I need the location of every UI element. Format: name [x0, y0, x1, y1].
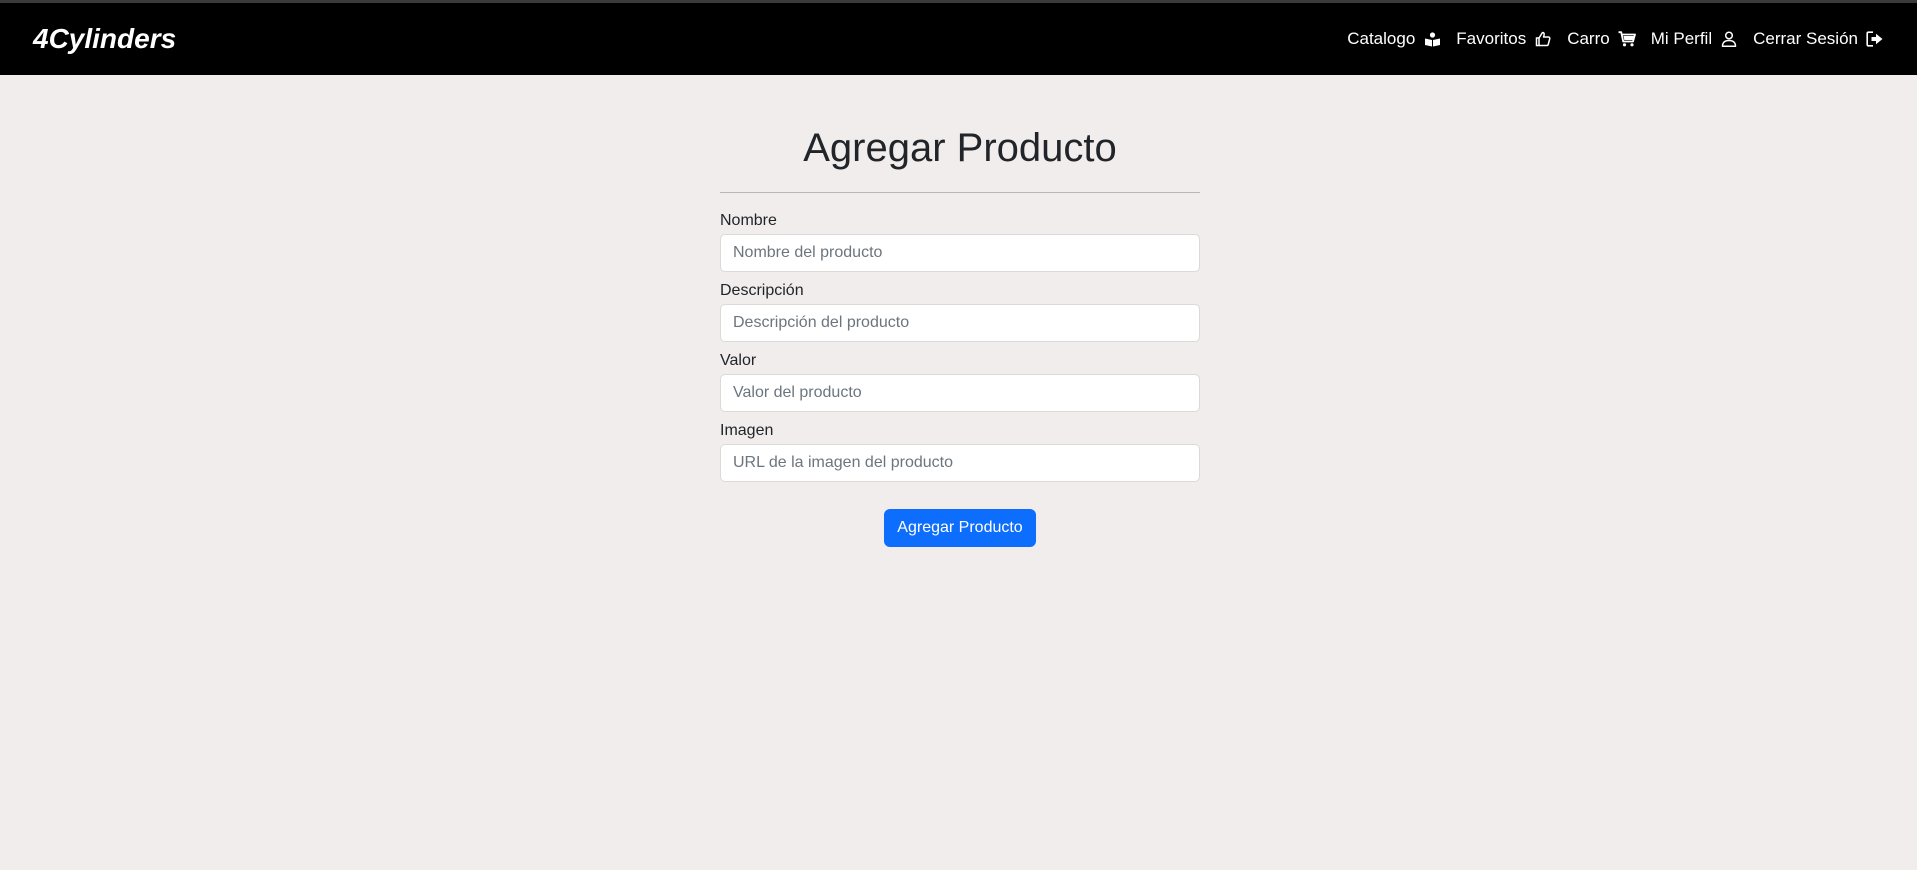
- field-descripcion: Descripción: [720, 281, 1200, 342]
- submit-row: Agregar Producto: [720, 509, 1200, 547]
- nav-link-label: Mi Perfil: [1650, 29, 1713, 48]
- nav-link-label: Catalogo: [1347, 29, 1416, 48]
- thumbs-up-icon: [1534, 30, 1552, 48]
- descripcion-input[interactable]: [720, 304, 1200, 342]
- nav-link-mi-perfil[interactable]: Mi Perfil: [1651, 29, 1738, 49]
- valor-input[interactable]: [720, 374, 1200, 412]
- nav-link-carro[interactable]: Carro: [1567, 29, 1636, 49]
- nav-links: Catalogo Favoritos Carro Mi Perfil Cerra…: [1347, 29, 1884, 49]
- user-icon: [1720, 30, 1738, 48]
- nav-link-catalogo[interactable]: Catalogo: [1347, 29, 1441, 49]
- imagen-label: Imagen: [720, 422, 774, 439]
- title-divider: [720, 192, 1200, 193]
- descripcion-label: Descripción: [720, 282, 804, 299]
- nav-link-label: Cerrar Sesión: [1753, 29, 1858, 48]
- brand-logo[interactable]: 4Cylinders: [33, 23, 176, 55]
- sign-out-icon: [1866, 30, 1884, 48]
- nombre-input[interactable]: [720, 234, 1200, 272]
- book-reader-icon: [1423, 30, 1441, 48]
- valor-label: Valor: [720, 352, 757, 369]
- nav-link-favoritos[interactable]: Favoritos: [1456, 29, 1552, 49]
- cart-icon: [1618, 30, 1636, 48]
- nav-link-label: Favoritos: [1456, 29, 1527, 48]
- field-imagen: Imagen: [720, 421, 1200, 482]
- navbar: 4Cylinders Catalogo Favoritos Carro Mi P…: [0, 3, 1917, 75]
- page-title: Agregar Producto: [803, 126, 1117, 170]
- imagen-url-input[interactable]: [720, 444, 1200, 482]
- nav-link-cerrar-sesion[interactable]: Cerrar Sesión: [1753, 29, 1884, 49]
- field-valor: Valor: [720, 351, 1200, 412]
- field-nombre: Nombre: [720, 211, 1200, 272]
- add-product-button[interactable]: Agregar Producto: [884, 509, 1036, 547]
- nombre-label: Nombre: [720, 212, 777, 229]
- add-product-form: Agregar Producto Nombre Descripción Valo…: [720, 75, 1200, 547]
- nav-link-label: Carro: [1567, 29, 1610, 48]
